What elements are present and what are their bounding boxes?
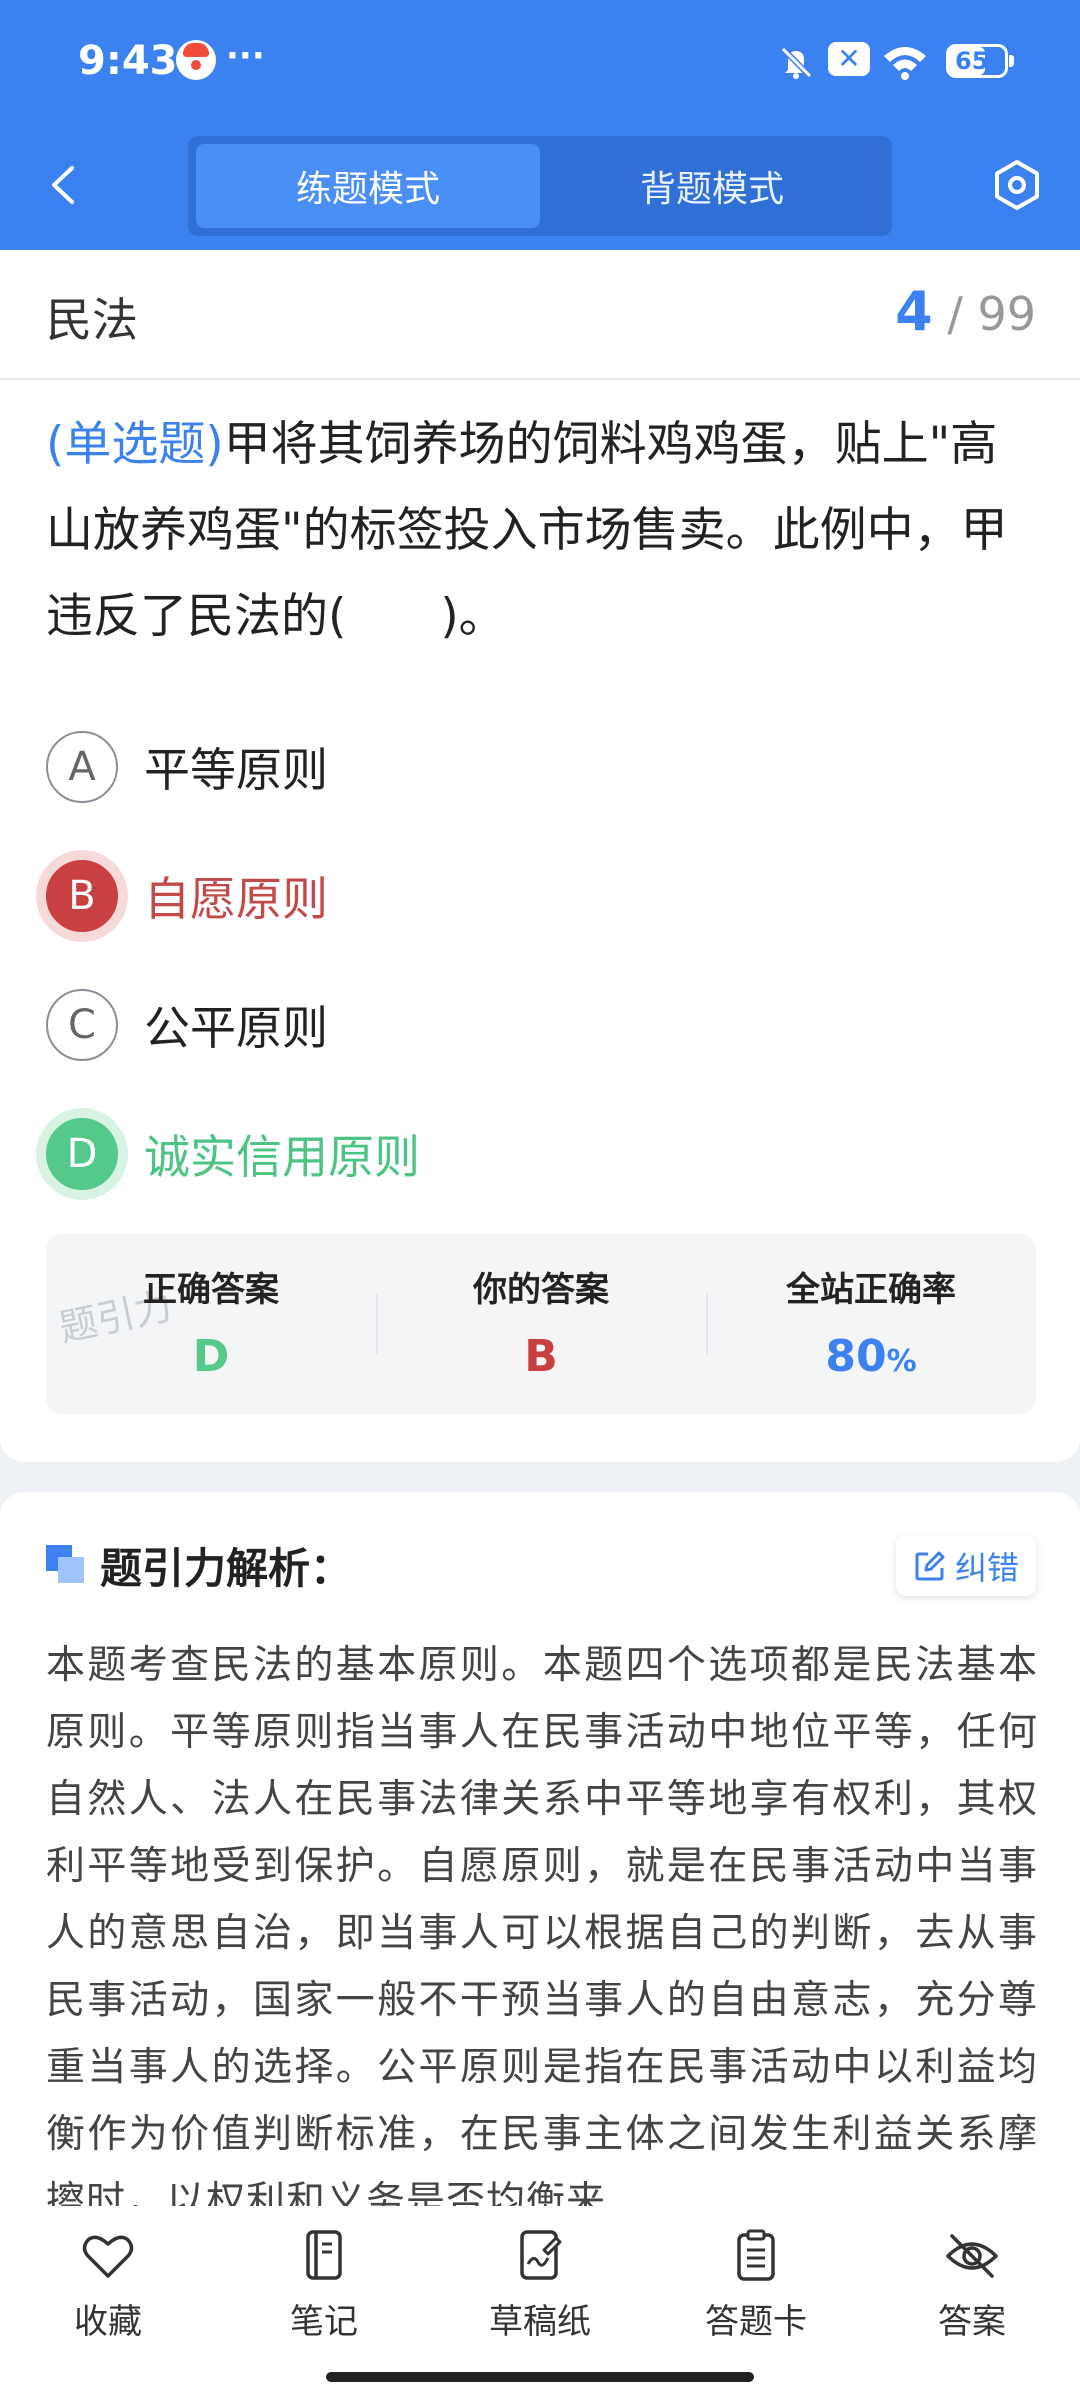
back-button[interactable] [40,160,90,210]
answer-card-button[interactable]: 答题卡 [648,2206,864,2400]
clown-app-icon [176,40,216,80]
answer-label: 答案 [938,2302,1006,2342]
answer-card-label: 答题卡 [705,2302,807,2342]
status-bar: 9:43 ··· ✕ 65 [0,0,1080,125]
wifi-icon [884,47,926,80]
option-text: 公平原则 [144,1000,328,1055]
status-time: 9:43 [78,38,178,84]
close-notification-icon: ✕ [828,42,870,76]
eye-off-icon [946,2234,998,2278]
options-list: A 平等原则 B 自愿原则 C 公平原则 D 诚实信用原则 [46,702,1036,1218]
option-d[interactable]: D 诚实信用原则 [46,1089,1036,1218]
analysis-text: 本题考查民法的基本原则。本题四个选项都是民法基本原则。平等原则指当事人在民事活动… [46,1643,1038,2212]
question-type: (单选题) [46,417,224,472]
option-text: 诚实信用原则 [144,1129,420,1184]
draft-icon [520,2230,562,2280]
current-question-number: 4 [895,280,933,343]
heart-icon [82,2235,134,2278]
bottom-toolbar: 收藏 笔记 草稿纸 答题卡 答案 [0,2206,1080,2400]
notes-label: 笔记 [290,2302,358,2342]
answer-summary: 题引力 正确答案 D 你的答案 B 全站正确率 80% [46,1234,1036,1414]
option-text: 平等原则 [144,742,328,797]
notes-button[interactable]: 笔记 [216,2206,432,2400]
favorite-button[interactable]: 收藏 [0,2206,216,2400]
correct-answer-column: 正确答案 D [46,1234,376,1414]
correct-answer-value: D [192,1331,230,1382]
draft-paper-label: 草稿纸 [489,2302,591,2342]
question-text: (单选题)甲将其饲养场的饲料鸡鸡蛋，贴上"高山放养鸡蛋"的标签投入市场售卖。此例… [46,402,1036,660]
analysis-squares-icon [46,1545,86,1585]
question-card: 民法 4 / 99 (单选题)甲将其饲养场的饲料鸡鸡蛋，贴上"高山放养鸡蛋"的标… [0,250,1080,1462]
your-answer-column: 你的答案 B [376,1234,706,1414]
answer-card-icon [737,2229,775,2281]
option-text: 自愿原则 [144,871,328,926]
option-b[interactable]: B 自愿原则 [46,831,1036,960]
option-letter: C [46,988,118,1061]
home-indicator[interactable] [326,2372,754,2382]
tab-practice-mode[interactable]: 练题模式 [196,144,540,228]
analysis-header: 题引力解析： [46,1540,352,1593]
battery-icon: 65 [946,44,1014,78]
analysis-title: 题引力解析： [100,1543,353,1593]
report-error-label: 纠错 [954,1549,1019,1587]
question-counter[interactable]: 4 / 99 [895,280,1036,343]
accuracy-label: 全站正确率 [786,1270,956,1310]
counter-separator: / [947,287,963,341]
option-a[interactable]: A 平等原则 [46,702,1036,831]
option-letter: A [46,730,118,803]
accuracy-number: 80 [825,1331,887,1382]
settings-gear-icon[interactable] [990,158,1044,212]
your-answer-label: 你的答案 [473,1270,609,1310]
answer-toggle-button[interactable]: 答案 [864,2206,1080,2400]
topic-row: 民法 4 / 99 [0,250,1080,380]
draft-paper-button[interactable]: 草稿纸 [432,2206,648,2400]
topic-title: 民法 [46,293,138,347]
correct-answer-label: 正确答案 [143,1270,279,1310]
option-c[interactable]: C 公平原则 [46,960,1036,1089]
favorite-label: 收藏 [74,2302,142,2342]
report-error-button[interactable]: 纠错 [896,1536,1036,1596]
mode-switch: 练题模式 背题模式 [188,136,892,236]
more-notifications-icon: ··· [226,36,265,76]
accuracy-column: 全站正确率 80% [706,1234,1036,1414]
battery-level: 65 [955,47,989,75]
notebook-icon [306,2230,342,2280]
accuracy-value: 80% [706,1331,1036,1382]
your-answer-value: B [524,1331,558,1382]
option-letter: B [46,859,118,932]
analysis-section: 题引力解析： 纠错 本题考查民法的基本原则。本题四个选项都是民法基本原则。平等原… [0,1492,1080,2212]
bell-off-icon [780,46,813,79]
edit-icon [915,1551,945,1581]
option-letter: D [46,1117,118,1190]
header-bar: 9:43 ··· ✕ 65 练题模式 背题模式 [0,0,1080,250]
accuracy-unit: % [886,1344,917,1379]
total-questions: 99 [977,287,1036,341]
tab-recite-mode[interactable]: 背题模式 [540,144,884,228]
